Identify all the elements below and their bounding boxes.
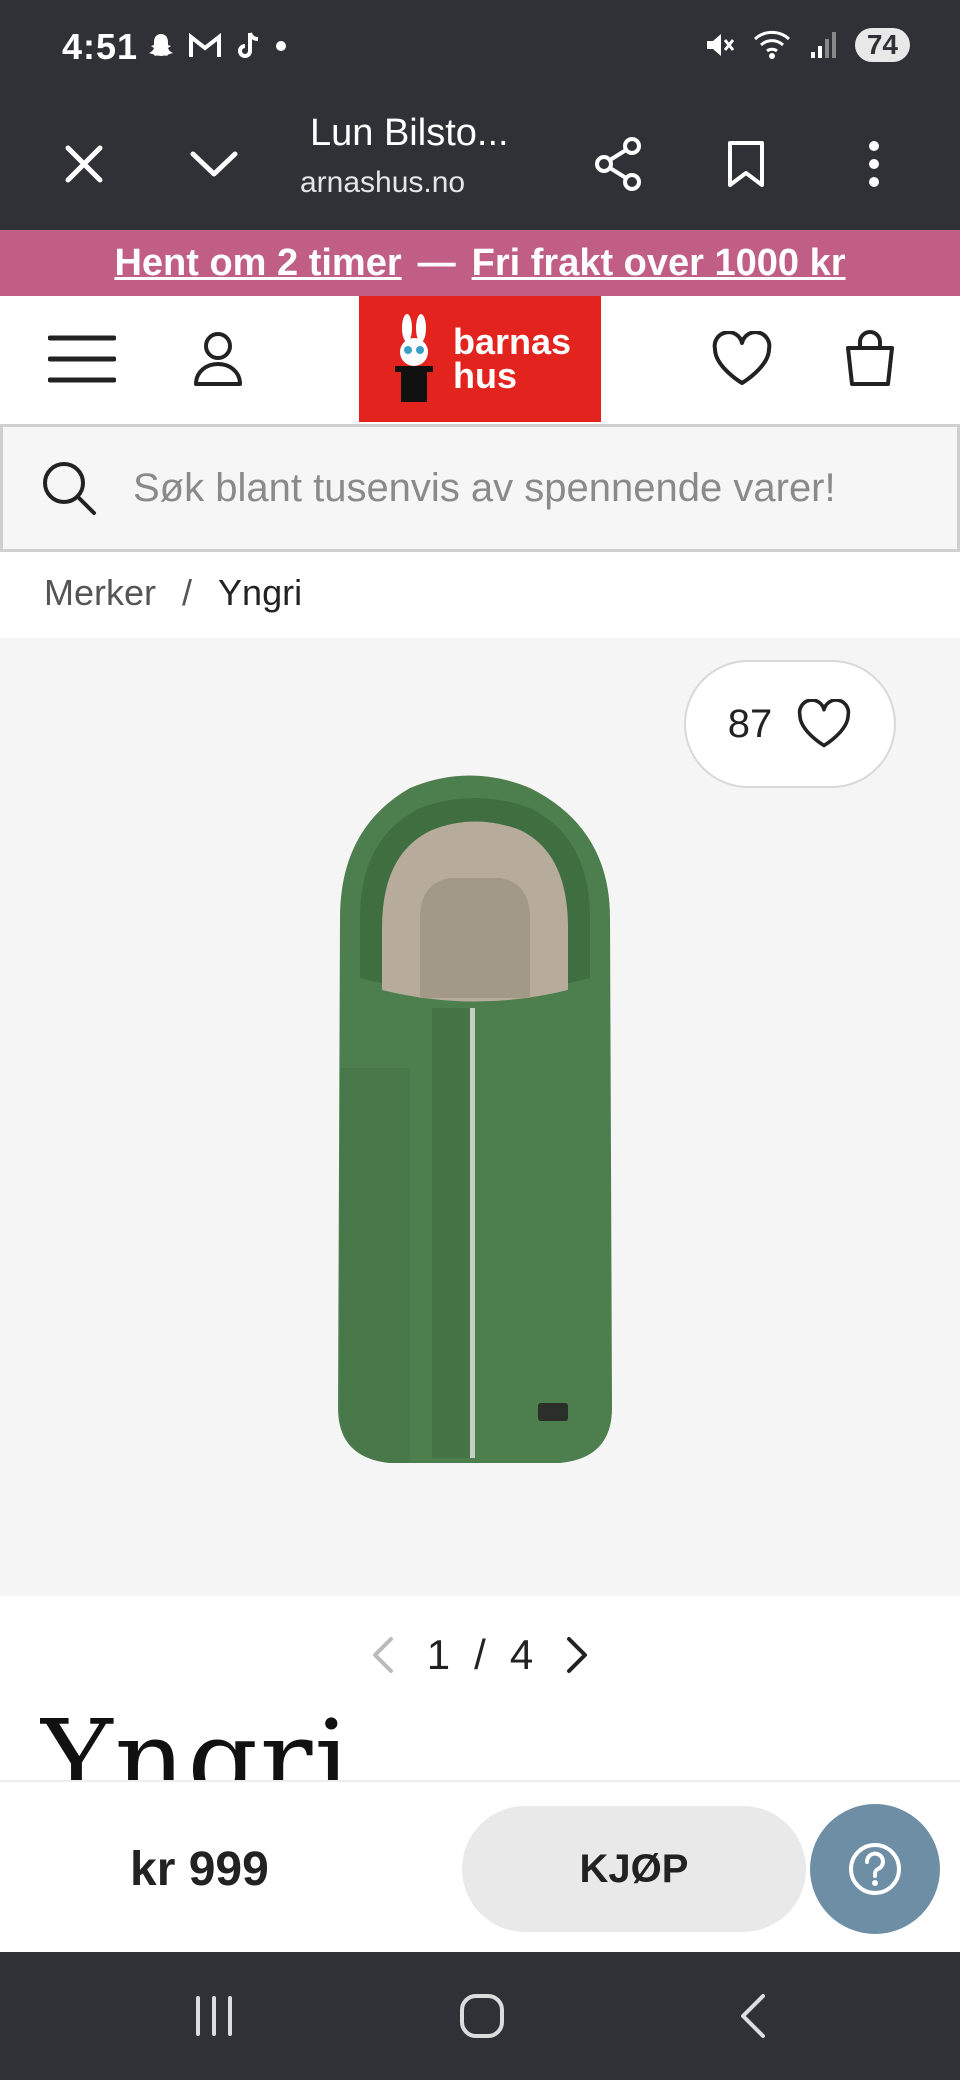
close-icon [65, 145, 103, 183]
more-menu-button[interactable] [842, 132, 906, 196]
battery-indicator: 74 [854, 28, 910, 62]
home-icon [460, 1994, 504, 2038]
page-url[interactable]: arnashus.no [300, 166, 480, 200]
favorite-button[interactable]: 87 [684, 660, 896, 788]
hamburger-icon [48, 335, 116, 383]
promo-separator: — [417, 241, 456, 284]
product-image-footmuff [338, 775, 612, 1463]
search-bar [0, 424, 960, 552]
recent-apps-button[interactable] [174, 1984, 254, 2048]
dot-icon [276, 41, 286, 51]
previous-image-button[interactable] [363, 1630, 403, 1680]
system-navigation-bar [0, 1952, 960, 2080]
help-chat-button[interactable] [810, 1804, 940, 1934]
system-icons: 74 [703, 28, 910, 62]
tiktok-icon [238, 32, 259, 58]
browser-toolbar: Lun Bilsto... arnashus.no [0, 96, 960, 230]
brand-logo[interactable]: Yngri [40, 1700, 340, 1780]
total-images-number: 4 [509, 1631, 534, 1678]
bookmark-icon [728, 141, 764, 187]
more-vertical-icon [869, 141, 879, 187]
current-image-number: 1 [426, 1631, 451, 1678]
promo-banner: Hent om 2 timer — Fri frakt over 1000 kr [0, 230, 960, 296]
home-button[interactable] [442, 1984, 522, 2048]
site-header: barnas hus [0, 296, 960, 422]
recent-apps-icon [196, 1996, 232, 2036]
notification-icons [146, 30, 288, 62]
breadcrumb: Merker / Yngri [44, 570, 302, 616]
signal-icon [810, 32, 836, 58]
logo-text: barnas hus [452, 321, 572, 396]
chevron-left-icon [372, 1637, 393, 1673]
shopping-bag-icon [846, 330, 894, 386]
buy-bar: kr 999 KJØP [0, 1780, 960, 1952]
breadcrumb-item-yngri[interactable]: Yngri [218, 572, 302, 614]
minimize-button[interactable] [182, 132, 246, 196]
account-button[interactable] [180, 324, 256, 394]
pager-separator: / [474, 1631, 486, 1678]
favorite-count: 87 [727, 701, 773, 746]
product-gallery[interactable]: 87 [0, 638, 960, 1596]
wishlist-button[interactable] [704, 324, 780, 394]
logo-text-line1: barnas [452, 321, 572, 362]
heart-icon [798, 699, 851, 748]
chevron-right-icon [567, 1637, 588, 1673]
shipping-link[interactable]: Fri frakt over 1000 kr [472, 242, 846, 285]
share-icon [595, 137, 641, 191]
buy-button[interactable]: KJØP [462, 1806, 806, 1932]
wifi-icon [753, 30, 790, 59]
snapchat-icon [149, 34, 173, 56]
page-title: Lun Bilsto... [310, 112, 509, 154]
chevron-down-icon [190, 151, 238, 177]
logo-text-line2: hus [452, 355, 517, 396]
battery-level: 74 [866, 29, 898, 60]
breadcrumb-separator: / [182, 572, 193, 613]
back-chevron-icon [741, 1994, 765, 2038]
bookmark-button[interactable] [714, 132, 778, 196]
product-price: kr 999 [130, 1843, 269, 1896]
barnashus-logo[interactable]: barnas hus [359, 296, 601, 422]
close-tab-button[interactable] [52, 132, 116, 196]
brand-logo-text: Yngri [40, 1700, 340, 1780]
share-button[interactable] [586, 132, 650, 196]
image-pager: 1 / 4 [0, 1620, 960, 1690]
next-image-button[interactable] [557, 1630, 597, 1680]
mute-icon [706, 34, 735, 56]
cart-button[interactable] [832, 324, 908, 394]
search-input[interactable] [133, 465, 933, 511]
status-time: 4:51 [62, 26, 139, 67]
gmail-icon [189, 32, 221, 57]
back-button[interactable] [712, 1984, 792, 2048]
pickup-link[interactable]: Hent om 2 timer [114, 242, 401, 285]
search-icon[interactable] [39, 458, 99, 518]
user-icon [194, 332, 242, 386]
breadcrumb-item-merker[interactable]: Merker [44, 572, 156, 614]
status-bar: 4:51 74 [0, 0, 960, 96]
question-circle-icon [849, 1843, 901, 1895]
menu-button[interactable] [44, 324, 120, 394]
heart-icon [712, 331, 772, 385]
rabbit-hat-logo-icon [394, 314, 433, 402]
